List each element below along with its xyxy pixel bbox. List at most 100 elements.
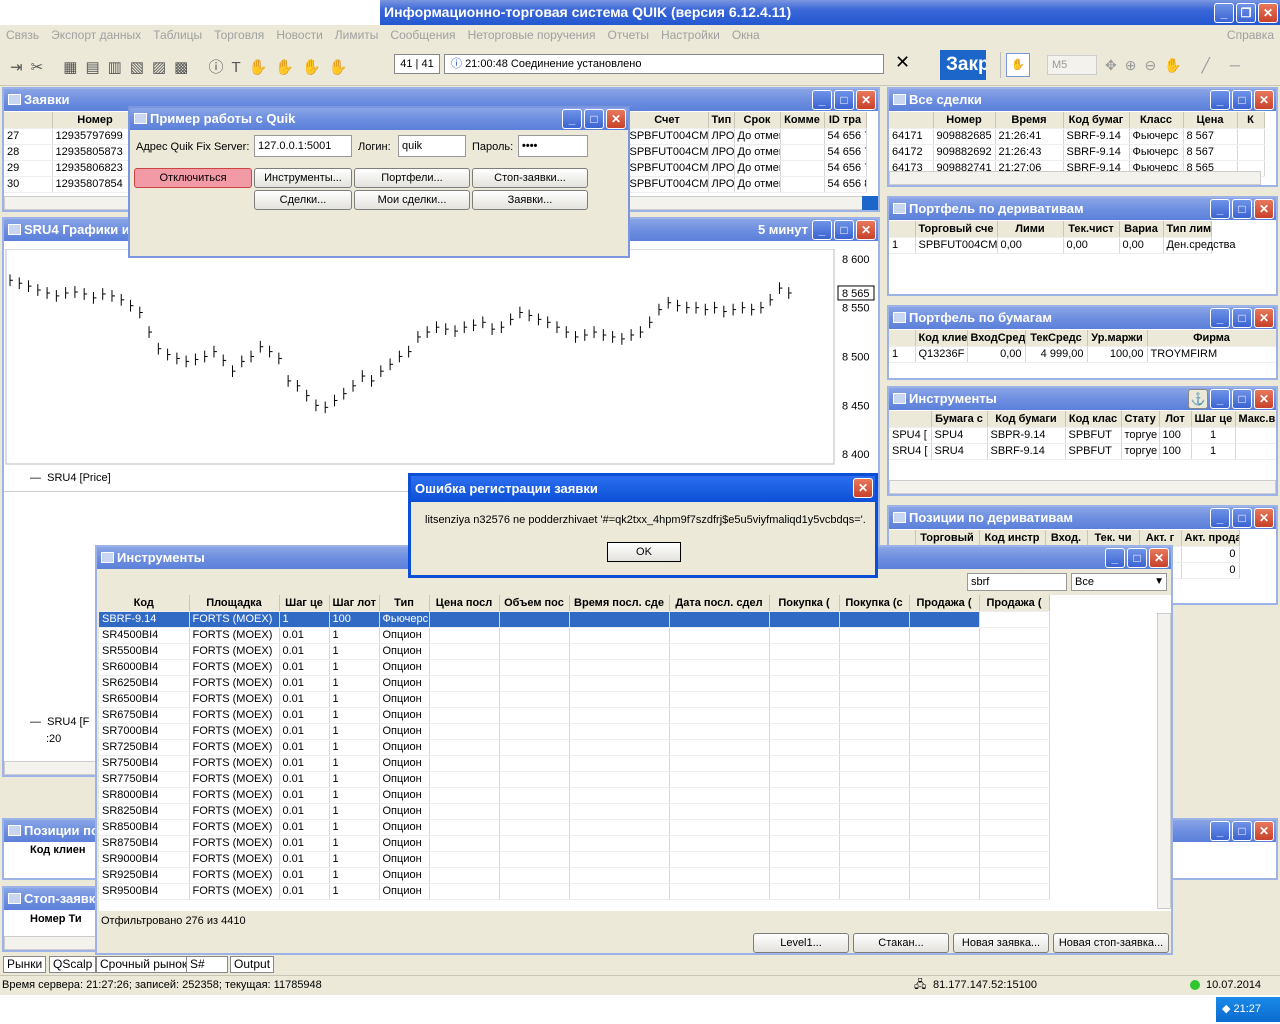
menu-item[interactable]: Отчеты xyxy=(607,28,648,42)
tray-icon[interactable]: ◆ xyxy=(1222,1003,1234,1015)
disconnect-button[interactable]: Отключиться xyxy=(134,168,252,188)
toolbar-icons[interactable]: ⇥✂ ▦▤▥▧▨▩ ⓘT✋✋✋✋ xyxy=(10,56,355,77)
close-position-button[interactable]: Закр xyxy=(940,50,986,80)
menu-help[interactable]: Справка xyxy=(1227,26,1274,44)
col-header[interactable]: Дата посл. сдел xyxy=(669,595,770,612)
orders-button[interactable]: Заявки... xyxy=(472,190,588,210)
col-header[interactable]: Стату xyxy=(1121,411,1160,428)
table-row[interactable]: SR6500BI4 FORTS (MOEX) 0.01 1 Опцион xyxy=(99,691,1050,708)
table-row[interactable]: SR9250BI4 FORTS (MOEX) 0.01 1 Опцион xyxy=(99,867,1050,884)
col-header[interactable]: Фирма xyxy=(1147,330,1276,347)
col-header[interactable]: Номер xyxy=(933,112,996,129)
tab-stocksharp[interactable]: S# xyxy=(186,956,228,973)
tab-qscalp[interactable]: QScalp xyxy=(49,956,97,973)
col-header[interactable]: Объем пос xyxy=(499,595,570,612)
maximize-button[interactable]: □ xyxy=(1232,308,1252,328)
col-header[interactable]: Покупка (с xyxy=(839,595,910,612)
horizontal-scrollbar[interactable] xyxy=(4,936,100,950)
my-deals-button[interactable]: Мои сделки... xyxy=(354,190,470,210)
table-row[interactable]: SRU4 [SRU4 SBRF-9.14 SPBFUT торгуе 100 1 xyxy=(889,443,1276,460)
menu-item[interactable]: Новости xyxy=(276,28,322,42)
close-button[interactable]: ✕ xyxy=(1254,199,1274,219)
close-button[interactable]: ✕ xyxy=(1254,90,1274,110)
col-header[interactable]: Класс xyxy=(1129,112,1184,129)
table-row[interactable]: SR8250BI4 FORTS (MOEX) 0.01 1 Опцион xyxy=(99,803,1050,820)
app-minimize-button[interactable]: _ xyxy=(1214,3,1234,23)
hand-icon[interactable]: ✋ xyxy=(1006,53,1030,77)
stakan-button[interactable]: Стакан... xyxy=(853,933,949,953)
horizontal-scrollbar[interactable] xyxy=(889,480,1276,494)
tab-markets[interactable]: Рынки xyxy=(3,956,47,973)
col-header[interactable]: Площадка xyxy=(189,595,280,612)
col-header[interactable]: Время посл. сде xyxy=(569,595,670,612)
table-row[interactable]: 1 Q13236F 0,00 4 999,00 100,00 TROYMFIRM xyxy=(889,346,1276,363)
password-input[interactable]: •••• xyxy=(518,135,588,157)
col-header[interactable]: Тек. чи xyxy=(1087,530,1140,547)
col-header[interactable]: Шаг це xyxy=(279,595,330,612)
table-row[interactable]: SR5500BI4 FORTS (MOEX) 0.01 1 Опцион xyxy=(99,643,1050,660)
minimize-button[interactable]: _ xyxy=(1210,90,1230,110)
col-header[interactable]: ВходСред xyxy=(967,330,1026,347)
tab-output[interactable]: Output xyxy=(230,956,275,973)
col-header[interactable]: Тип xyxy=(379,595,430,612)
col-header[interactable]: Цена xyxy=(1183,112,1238,129)
table-row[interactable]: SR4500BI4 FORTS (MOEX) 0.01 1 Опцион xyxy=(99,627,1050,644)
vertical-scrollbar[interactable] xyxy=(1157,613,1171,909)
close-button[interactable]: ✕ xyxy=(606,109,626,129)
minimize-button[interactable]: _ xyxy=(1210,821,1230,841)
col-header[interactable]: ID тра xyxy=(824,112,867,129)
close-button[interactable]: ✕ xyxy=(1254,308,1274,328)
col-header[interactable]: Комме xyxy=(780,112,825,129)
maximize-button[interactable]: □ xyxy=(1232,199,1252,219)
close-button[interactable]: ✕ xyxy=(856,90,876,110)
table-row[interactable]: SR8750BI4 FORTS (MOEX) 0.01 1 Опцион xyxy=(99,835,1050,852)
tab-futures[interactable]: Срочный рынок xyxy=(96,956,192,973)
clear-status-icon[interactable]: ✕ xyxy=(895,52,910,73)
table-row[interactable]: SR7000BI4 FORTS (MOEX) 0.01 1 Опцион xyxy=(99,723,1050,740)
menu-item[interactable]: Торговля xyxy=(214,28,264,42)
minimize-button[interactable]: _ xyxy=(812,220,832,240)
maximize-button[interactable]: □ xyxy=(834,90,854,110)
minimize-button[interactable]: _ xyxy=(1210,308,1230,328)
app-close-button[interactable]: ✕ xyxy=(1258,3,1278,23)
address-input[interactable]: 127.0.0.1:5001 xyxy=(254,135,352,157)
col-header[interactable]: Код клас xyxy=(1065,411,1122,428)
menu-item[interactable]: Экспорт данных xyxy=(51,28,141,42)
col-header[interactable]: Ти xyxy=(69,913,82,925)
new-order-button[interactable]: Новая заявка... xyxy=(953,933,1049,953)
level1-button[interactable]: Level1... xyxy=(753,933,849,953)
minimize-button[interactable]: _ xyxy=(1210,389,1230,409)
col-header[interactable]: Шаг це xyxy=(1191,411,1236,428)
table-row[interactable]: SR9500BI4 FORTS (MOEX) 0.01 1 Опцион xyxy=(99,883,1050,900)
col-header[interactable]: Код клиен xyxy=(30,844,85,856)
minimize-button[interactable]: _ xyxy=(1105,548,1125,568)
col-header[interactable]: Шаг лот xyxy=(329,595,380,612)
table-row[interactable]: SR7250BI4 FORTS (MOEX) 0.01 1 Опцион xyxy=(99,739,1050,756)
col-header[interactable]: Код инстр xyxy=(979,530,1046,547)
menu-item[interactable]: Таблицы xyxy=(153,28,202,42)
close-button[interactable]: ✕ xyxy=(1254,508,1274,528)
col-header[interactable]: Вариа xyxy=(1119,221,1164,238)
col-header[interactable]: Бумага с xyxy=(931,411,988,428)
col-header[interactable]: Номер xyxy=(52,112,139,129)
col-header[interactable]: Лими xyxy=(997,221,1064,238)
col-header[interactable]: Покупка ( xyxy=(769,595,840,612)
table-row[interactable]: SR9000BI4 FORTS (MOEX) 0.01 1 Опцион xyxy=(99,851,1050,868)
col-header[interactable]: Акт. прода xyxy=(1181,530,1240,547)
col-header[interactable]: Продажа ( xyxy=(909,595,980,612)
maximize-button[interactable]: □ xyxy=(834,220,854,240)
col-header[interactable]: Код клие xyxy=(915,330,968,347)
menu-item[interactable]: Настройки xyxy=(661,28,720,42)
table-row[interactable]: SPU4 [SPU4 SBPR-9.14 SPBFUT торгуе 100 1 xyxy=(889,427,1276,444)
col-header[interactable]: Счет xyxy=(626,112,709,129)
maximize-button[interactable]: □ xyxy=(1127,548,1147,568)
table-row[interactable]: SR8000BI4 FORTS (MOEX) 0.01 1 Опцион xyxy=(99,787,1050,804)
interval-select[interactable]: M5 xyxy=(1047,55,1097,75)
col-header[interactable]: Акт. г xyxy=(1139,530,1182,547)
maximize-button[interactable]: □ xyxy=(1232,821,1252,841)
col-header[interactable]: Тек.чист xyxy=(1063,221,1120,238)
menu-item[interactable]: Сообщения xyxy=(390,28,455,42)
minimize-button[interactable]: _ xyxy=(1210,199,1230,219)
portfolios-button[interactable]: Портфели... xyxy=(354,168,470,188)
maximize-button[interactable]: □ xyxy=(1232,508,1252,528)
